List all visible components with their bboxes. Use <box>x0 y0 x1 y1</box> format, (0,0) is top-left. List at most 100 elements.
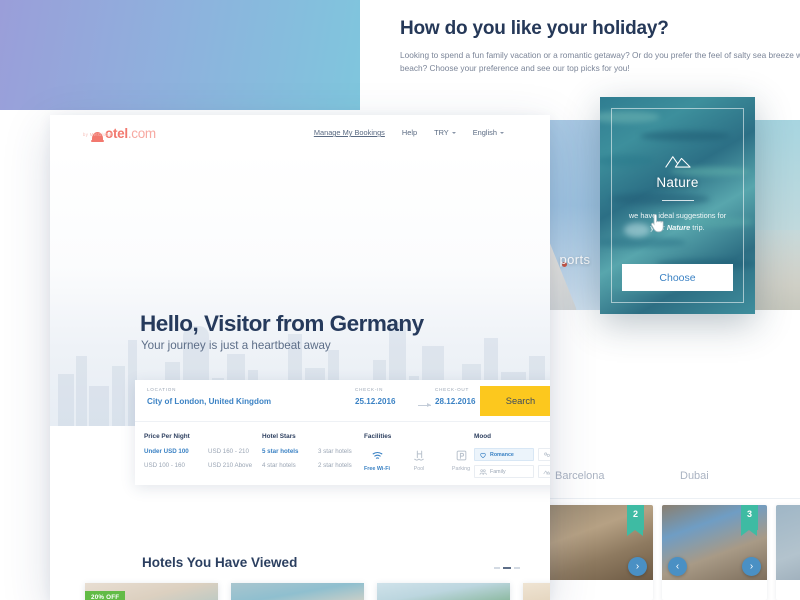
filter-group-stars: Hotel Stars 5 star hotels 4 star hotels … <box>262 433 364 485</box>
modal-content: Nature we have ideal suggestions for you… <box>600 153 755 234</box>
discount-badge: 20% OFF <box>85 591 126 600</box>
promo-hotel-card[interactable]: 3 ‹ › <box>662 505 767 600</box>
filter-option-price[interactable]: USD 100 - 160 <box>144 462 198 469</box>
promo-subtitle: Looking to spend a fun family vacation o… <box>400 50 800 73</box>
logo-byline: by MetGlobal <box>83 132 113 137</box>
heart-icon <box>479 446 487 464</box>
city-tabs: Barcelona Dubai <box>555 470 800 492</box>
search-fields-row: LOCATION City of London, United Kingdom … <box>135 380 550 422</box>
city-tab-barcelona[interactable]: Barcelona <box>555 470 605 482</box>
search-widget: LOCATION City of London, United Kingdom … <box>135 380 550 485</box>
modal-desc-emphasis: Nature <box>666 222 691 232</box>
carousel-next-button[interactable]: › <box>742 557 761 576</box>
indicator-dot[interactable] <box>514 567 520 569</box>
checkout-label: CHECK-OUT <box>435 387 470 392</box>
facility-label: Free Wi-Fi <box>364 466 391 472</box>
filter-option-stars[interactable]: 3 star hotels <box>318 448 364 455</box>
checkin-label: CHECK-IN <box>355 387 384 392</box>
nav-currency[interactable]: TRY <box>434 128 456 137</box>
mountain-icon <box>664 153 691 169</box>
site-header: otel .com by MetGlobal Manage My Booking… <box>50 115 550 151</box>
promo-header: How do you like your holiday? Looking to… <box>400 18 800 75</box>
search-field-location[interactable]: LOCATION City of London, United Kingdom <box>147 387 271 406</box>
nav-language[interactable]: English <box>473 128 504 137</box>
modal-divider <box>661 200 694 201</box>
promo-title: How do you like your holiday? <box>400 18 669 39</box>
choose-button[interactable]: Choose <box>622 264 733 291</box>
hotel-card[interactable]: Best Western Maitrise Suites An Apartmen… <box>377 583 510 600</box>
checkin-input[interactable]: 25.12.2016 <box>355 397 396 406</box>
nav-currency-label: TRY <box>434 128 449 137</box>
page-subtitle: Your journey is just a heartbeat away <box>141 339 331 352</box>
filter-group-price: Price Per Night Under USD 100 USD 100 - … <box>144 433 262 485</box>
hotel-photo <box>377 583 510 600</box>
pool-icon <box>406 448 432 463</box>
search-field-checkin[interactable]: CHECK-IN 25.12.2016 <box>355 387 396 406</box>
spa-icon <box>543 446 550 464</box>
filter-title-facilities: Facilities <box>364 433 392 440</box>
page-title: Hello, Visitor from Germany <box>140 311 424 336</box>
site-nav: Manage My Bookings Help TRY English <box>314 128 504 137</box>
promo-hotel-card[interactable] <box>776 505 800 600</box>
mood-chip-family[interactable]: Family <box>474 465 534 478</box>
mood-chip-spa[interactable]: Spa/Relax... <box>538 448 550 461</box>
nav-language-label: English <box>472 128 497 137</box>
parking-icon <box>448 448 474 463</box>
screenshot-stage: How do you like your holiday? Looking to… <box>0 0 800 600</box>
modal-desc-after: trip. <box>690 222 705 232</box>
promo-hotel-card[interactable]: 2 › <box>548 505 653 600</box>
filter-option-stars[interactable]: 2 star hotels <box>318 462 364 469</box>
search-button[interactable]: Search <box>480 386 550 416</box>
nature-mood-modal: Nature we have ideal suggestions for you… <box>600 97 755 314</box>
mood-label: Romance <box>490 451 514 458</box>
indicator-dot[interactable] <box>494 567 500 569</box>
ribbon-rank: 2 <box>627 505 644 536</box>
wifi-icon <box>364 448 390 463</box>
carousel-prev-button[interactable]: ‹ <box>668 557 687 576</box>
filter-title-mood: Mood <box>474 433 492 440</box>
filter-option-stars[interactable]: 4 star hotels <box>262 462 308 469</box>
facility-parking[interactable]: Parking <box>448 448 474 472</box>
logo-suffix: .com <box>127 126 156 141</box>
arrow-right-icon <box>418 402 431 407</box>
carousel-next-button[interactable]: › <box>628 557 647 576</box>
facility-pool[interactable]: Pool <box>406 448 432 472</box>
location-input[interactable]: City of London, United Kingdom <box>147 397 271 406</box>
modal-description: we have ideal suggestions for your Natur… <box>600 210 755 234</box>
hotel-card[interactable]: 20% OFF Best Western Maitrise Suites An … <box>85 583 218 600</box>
mood-label: Family <box>490 468 506 475</box>
filter-group-facilities: Facilities Free Wi-Fi Pool Parking <box>364 433 474 485</box>
facility-label: Parking <box>451 466 471 472</box>
filter-option-price[interactable]: USD 160 - 210 <box>208 448 262 455</box>
family-icon <box>479 463 487 481</box>
nav-help[interactable]: Help <box>402 128 417 137</box>
location-label: LOCATION <box>147 387 177 392</box>
hotel-photo <box>776 505 800 580</box>
hotel-card[interactable]: Best Wes An Apar ★★★★★ 25-28 Dec <box>523 583 550 600</box>
mouse-cursor <box>650 213 664 233</box>
section-title-viewed: Hotels You Have Viewed <box>142 555 298 570</box>
indicator-dot-active[interactable] <box>503 567 511 570</box>
modal-title: Nature <box>656 175 699 190</box>
ribbon-rank: 3 <box>741 505 758 536</box>
hotel-photo <box>231 583 364 600</box>
filter-option-price[interactable]: USD 210 Above <box>208 462 262 469</box>
filter-title-stars: Hotel Stars <box>262 433 296 440</box>
site-window: otel .com by MetGlobal Manage My Booking… <box>50 115 550 600</box>
city-tab-dubai[interactable]: Dubai <box>680 470 709 482</box>
checkout-input[interactable]: 28.12.2016 <box>435 397 476 406</box>
carousel-indicator[interactable] <box>494 567 520 570</box>
hotel-card[interactable]: Best Western Maitrise Suites An Apartmen… <box>231 583 364 600</box>
facility-free-wifi[interactable]: Free Wi-Fi <box>364 448 390 472</box>
chevron-down-icon <box>500 132 504 135</box>
filter-group-mood: Mood Romance Family <box>474 433 550 485</box>
search-field-checkout[interactable]: CHECK-OUT 28.12.2016 <box>435 387 476 406</box>
chevron-down-icon <box>451 132 456 135</box>
nav-manage-bookings[interactable]: Manage My Bookings <box>314 128 385 137</box>
mood-chip-romance[interactable]: Romance <box>474 448 534 461</box>
filter-option-price[interactable]: Under USD 100 <box>144 448 198 455</box>
hotel-photo <box>523 583 550 600</box>
filter-option-stars[interactable]: 5 star hotels <box>262 448 308 455</box>
background-gradient <box>0 0 360 110</box>
mood-chip-nature[interactable]: Nature <box>538 465 550 478</box>
